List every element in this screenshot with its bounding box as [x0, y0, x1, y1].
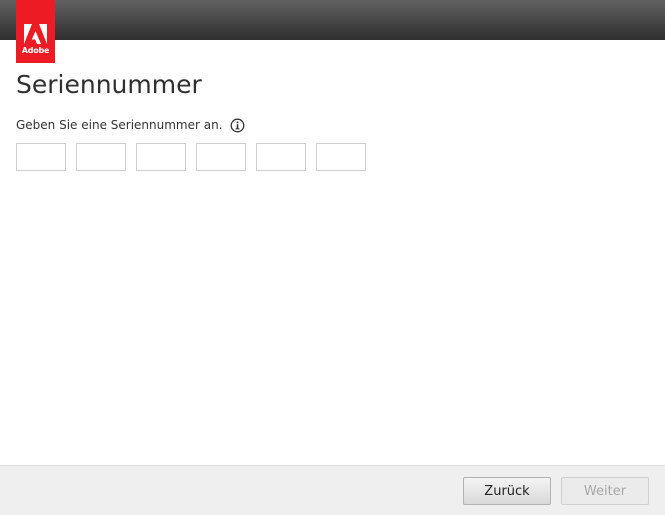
footer-bar: Zurück Weiter [0, 465, 665, 515]
serial-field-5[interactable] [256, 143, 306, 171]
title-bar [0, 0, 665, 40]
main-content: Seriennummer Geben Sie eine Seriennummer… [16, 70, 376, 171]
serial-number-fields [16, 143, 376, 171]
serial-field-2[interactable] [76, 143, 126, 171]
info-icon[interactable] [230, 118, 245, 133]
installer-window: Adobe Seriennummer Geben Sie eine Serien… [0, 0, 665, 515]
adobe-a-icon [24, 24, 47, 44]
serial-field-1[interactable] [16, 143, 66, 171]
logo-text: Adobe [21, 46, 50, 55]
serial-field-6[interactable] [316, 143, 366, 171]
page-title: Seriennummer [16, 70, 202, 99]
next-button[interactable]: Weiter [561, 477, 649, 505]
prompt-row: Geben Sie eine Seriennummer an. [16, 116, 376, 134]
serial-field-4[interactable] [196, 143, 246, 171]
back-button[interactable]: Zurück [463, 477, 551, 505]
adobe-logo: Adobe [16, 0, 55, 63]
serial-field-3[interactable] [136, 143, 186, 171]
prompt-label: Geben Sie eine Seriennummer an. [16, 118, 223, 132]
